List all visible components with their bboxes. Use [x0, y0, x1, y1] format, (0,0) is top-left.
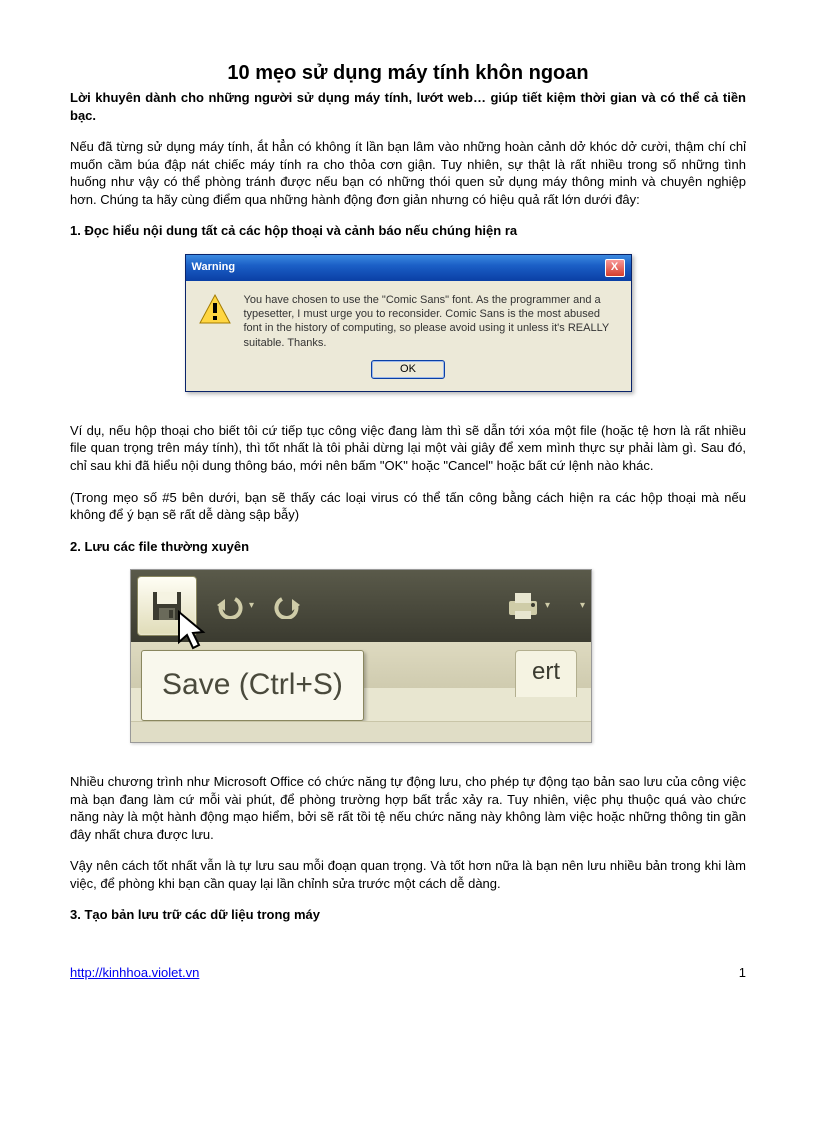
ok-button[interactable]: OK [371, 360, 445, 379]
dialog-title: Warning [192, 260, 236, 275]
dialog-titlebar: Warning X [186, 255, 631, 281]
ribbon-lower-bar [131, 721, 591, 742]
toolbar-ribbon: ▾ ▾ ▾ [131, 570, 591, 642]
save-toolbar-figure: ▾ ▾ ▾ ert Save (Ctrl+S) [70, 569, 746, 743]
redo-button[interactable] [272, 593, 302, 619]
section-3-heading: 3. Tạo bản lưu trữ các dữ liệu trong máy [70, 906, 746, 924]
save-button[interactable] [137, 576, 197, 636]
section-2-heading: 2. Lưu các file thường xuyên [70, 538, 746, 556]
subtitle: Lời khuyên dành cho những người sử dụng … [70, 89, 746, 124]
paragraph-after-toolbar-1: Nhiều chương trình như Microsoft Office … [70, 773, 746, 843]
section-1-heading: 1. Đọc hiểu nội dung tất cả các hộp thoạ… [70, 222, 746, 240]
intro-paragraph: Nếu đã từng sử dụng máy tính, ắt hẳn có … [70, 138, 746, 208]
warning-dialog: Warning X You have chosen to use the "Co… [185, 254, 632, 392]
close-icon[interactable]: X [605, 259, 625, 277]
save-tooltip: Save (Ctrl+S) [141, 650, 364, 721]
warning-dialog-figure: Warning X You have chosen to use the "Co… [70, 254, 746, 392]
chevron-down-icon: ▾ [545, 599, 550, 613]
tab-partial[interactable]: ert [515, 650, 577, 696]
paragraph-after-dialog-2: (Trong mẹo số #5 bên dưới, bạn sẽ thấy c… [70, 489, 746, 524]
page-title: 10 mẹo sử dụng máy tính khôn ngoan [70, 60, 746, 87]
undo-icon [215, 593, 245, 619]
save-icon [150, 589, 184, 623]
undo-button[interactable]: ▾ [215, 593, 254, 619]
chevron-down-icon: ▾ [580, 599, 585, 613]
footer-link[interactable]: http://kinhhoa.violet.vn [70, 964, 199, 982]
page-number: 1 [739, 964, 746, 982]
printer-icon [505, 591, 541, 621]
chevron-down-icon: ▾ [249, 599, 254, 613]
redo-icon [272, 593, 302, 619]
paragraph-after-dialog-1: Ví dụ, nếu hộp thoại cho biết tôi cứ tiế… [70, 422, 746, 475]
print-button[interactable]: ▾ [505, 591, 550, 621]
paragraph-after-toolbar-2: Vậy nên cách tốt nhất vẫn là tự lưu sau … [70, 857, 746, 892]
dialog-body-text: You have chosen to use the "Comic Sans" … [244, 293, 619, 350]
page-footer: http://kinhhoa.violet.vn 1 [70, 964, 746, 982]
warning-icon [198, 293, 232, 327]
